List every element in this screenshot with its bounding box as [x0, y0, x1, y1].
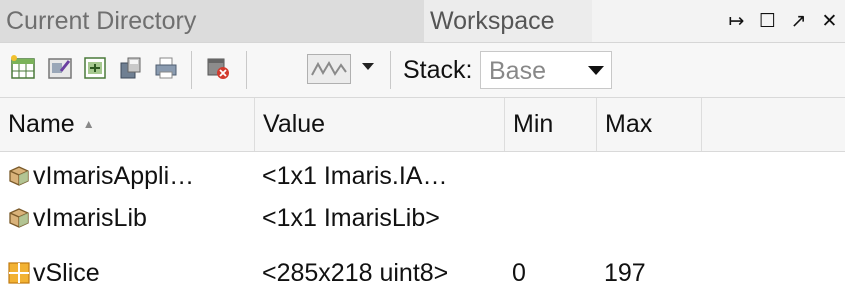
plot-dropdown-arrow-icon[interactable]	[362, 63, 374, 70]
toolbar-separator	[191, 51, 192, 89]
chevron-down-icon	[588, 66, 604, 75]
stack-select-value: Base	[489, 57, 546, 85]
tab-current-directory[interactable]: Current Directory	[0, 0, 424, 42]
stack-label: Stack:	[403, 56, 473, 84]
row-name: vSlice	[33, 259, 100, 287]
close-icon[interactable]: ✕	[814, 10, 845, 33]
column-header-row: Name ▲ Value Min Max	[0, 98, 845, 152]
row-value: <285x218 uint8>	[262, 259, 449, 287]
column-header-name-label: Name	[8, 110, 75, 138]
row-min: 0	[512, 259, 526, 287]
save-workspace-icon[interactable]	[118, 55, 144, 81]
tab-workspace[interactable]: Workspace	[424, 0, 592, 42]
window-controls: ↦ ☐ ↗ ✕	[721, 0, 845, 42]
table-row[interactable]: vImarisLib <1x1 ImarisLib>	[0, 197, 845, 239]
print-icon[interactable]	[153, 55, 179, 81]
new-variable-icon[interactable]	[10, 55, 36, 81]
toolbar-separator	[246, 51, 247, 89]
stack-select[interactable]: Base	[480, 51, 612, 89]
column-header-min[interactable]: Min	[505, 98, 597, 151]
row-max: 197	[604, 259, 646, 287]
toolbar: Stack: Base	[0, 43, 845, 98]
toolbar-separator	[390, 51, 391, 89]
row-value: <1x1 Imaris.IA…	[262, 162, 448, 190]
object-icon	[9, 166, 29, 186]
column-header-name[interactable]: Name ▲	[0, 98, 255, 151]
table-row[interactable]: vSlice <285x218 uint8> 0 197	[0, 252, 845, 294]
matrix-icon	[8, 262, 30, 284]
sort-ascending-icon: ▲	[82, 117, 95, 131]
object-icon	[9, 208, 29, 228]
import-data-icon[interactable]	[82, 55, 108, 81]
column-header-empty	[702, 98, 845, 151]
row-name: vImarisLib	[33, 204, 147, 232]
table-row[interactable]: vImarisAppli… <1x1 Imaris.IA…	[0, 155, 845, 197]
open-variable-icon[interactable]	[47, 55, 73, 81]
workspace-panel: Current Directory Workspace ↦ ☐ ↗ ✕ Stac…	[0, 0, 845, 298]
delete-icon[interactable]	[205, 55, 231, 81]
row-value: <1x1 ImarisLib>	[262, 204, 440, 232]
maximize-icon[interactable]: ☐	[752, 10, 783, 33]
plot-icon	[311, 60, 347, 76]
column-header-value[interactable]: Value	[255, 98, 505, 151]
plot-button[interactable]	[307, 54, 351, 84]
popout-icon[interactable]: ↗	[783, 10, 814, 33]
tab-bar: Current Directory Workspace ↦ ☐ ↗ ✕	[0, 0, 845, 43]
undock-icon[interactable]: ↦	[721, 10, 752, 33]
row-name: vImarisAppli…	[33, 162, 195, 190]
column-header-max[interactable]: Max	[597, 98, 702, 151]
